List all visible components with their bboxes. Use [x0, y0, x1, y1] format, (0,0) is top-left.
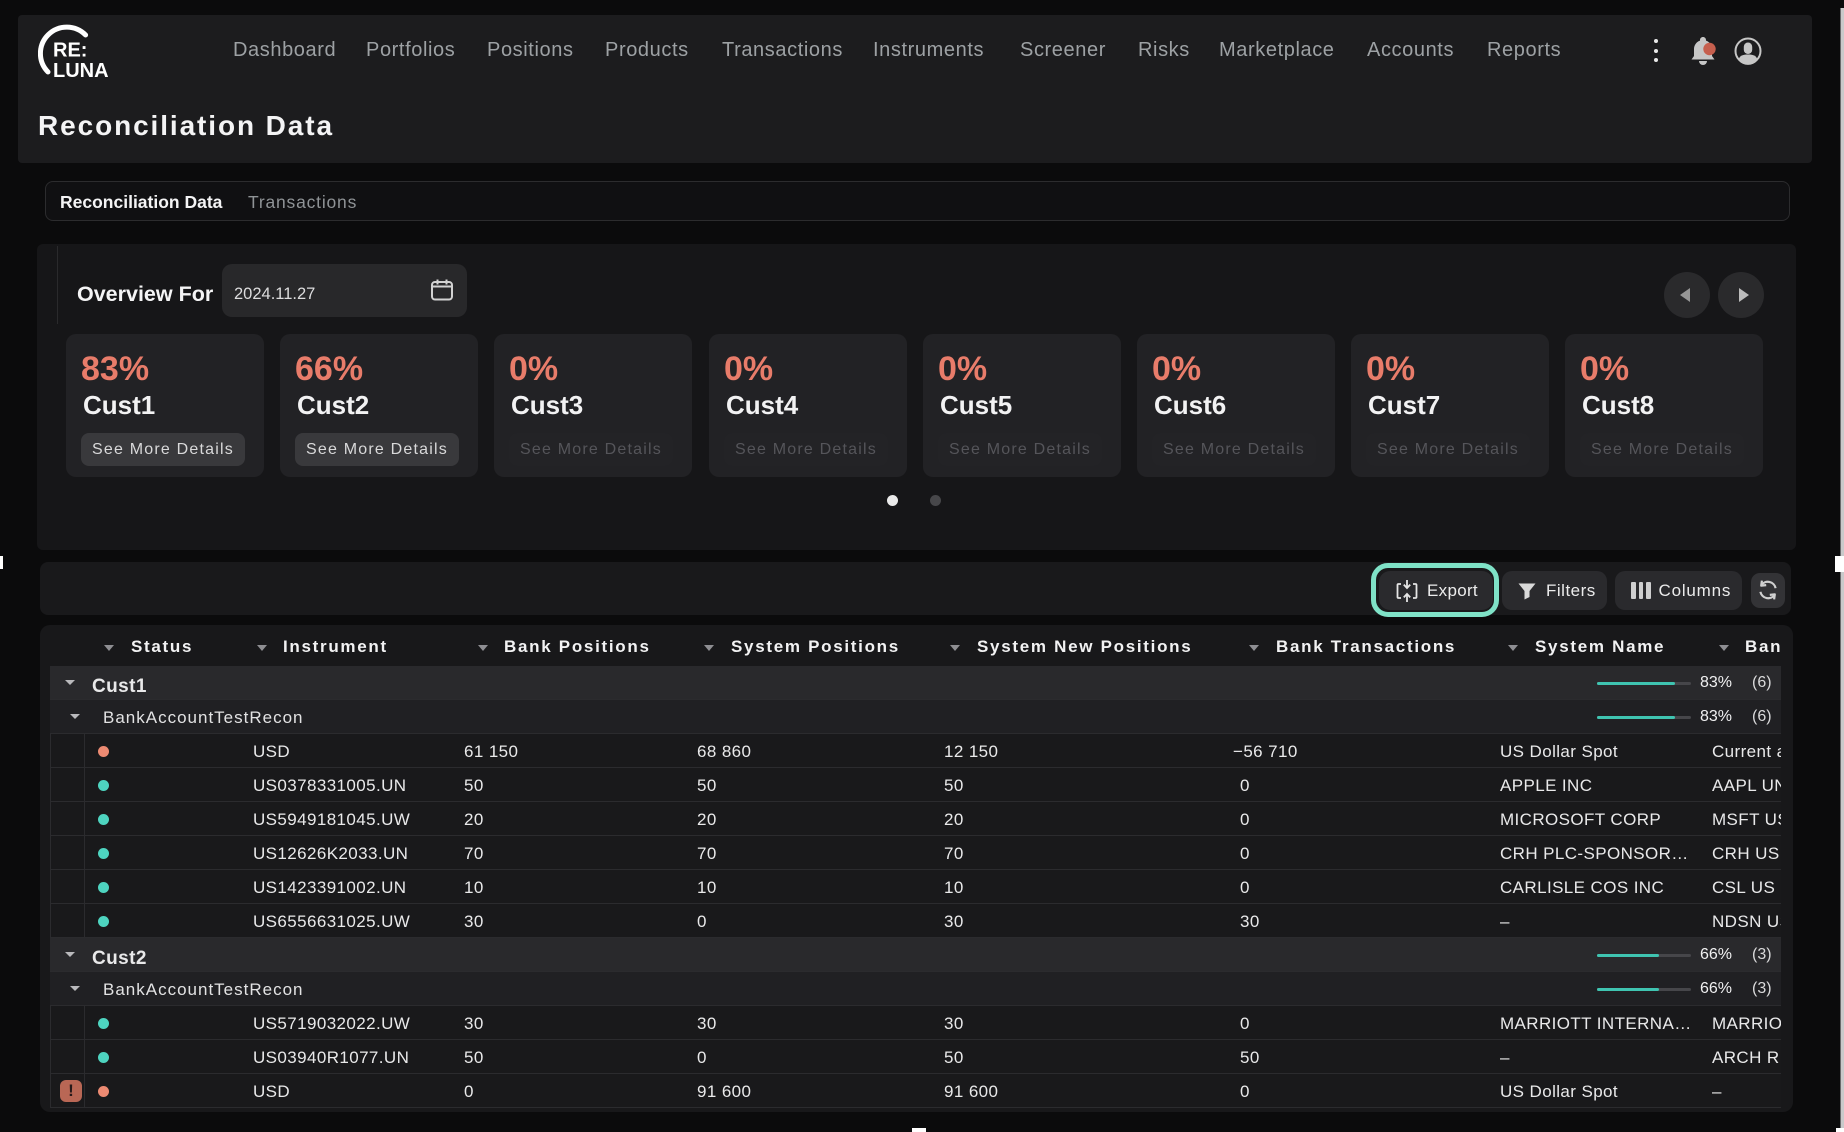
svg-text:RE:: RE: [53, 40, 87, 62]
svg-text:LUNA: LUNA [53, 60, 109, 82]
